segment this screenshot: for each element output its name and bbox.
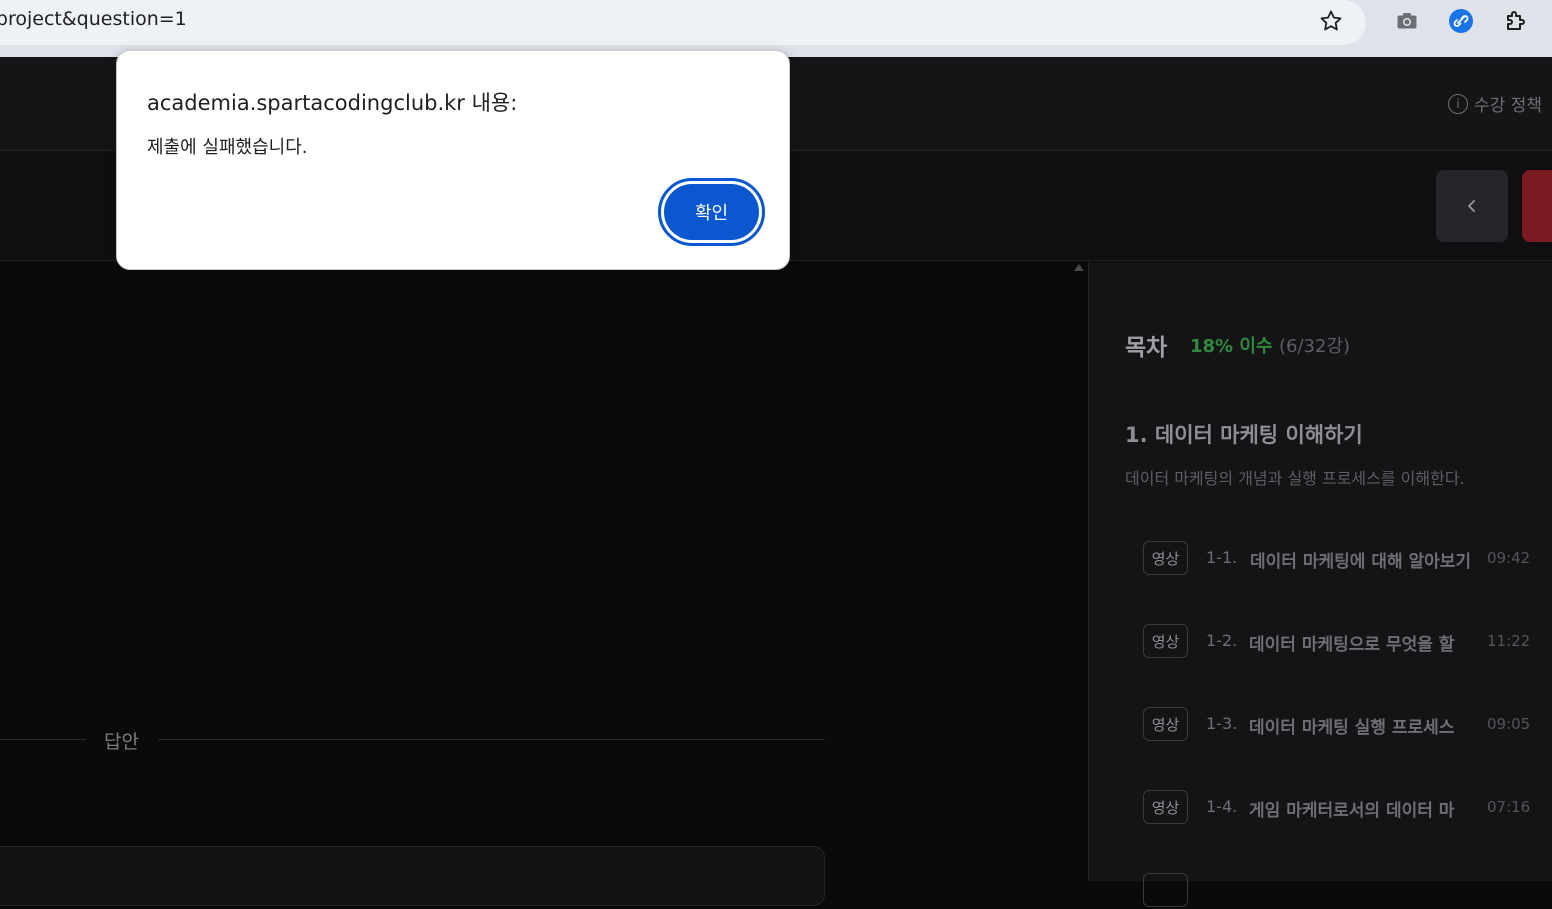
- scroll-up-arrow[interactable]: [1074, 264, 1084, 271]
- divider-right: [158, 739, 825, 740]
- alert-dialog: academia.spartacodingclub.kr 내용: 제출에 실패했…: [116, 50, 790, 270]
- lesson-item[interactable]: 영상 1-3. 데이터 마케팅 실행 프로세스 09:05: [1143, 707, 1543, 743]
- lesson-title: 게임 마케터로서의 데이터 마: [1249, 801, 1455, 821]
- lesson-title: 데이터 마케팅에 대해 알아보기: [1250, 552, 1472, 572]
- dialog-title: academia.spartacodingclub.kr 내용:: [147, 91, 518, 115]
- url-text[interactable]: =project&question=1: [0, 8, 187, 30]
- browser-toolbar: =project&question=1: [0, 0, 1552, 57]
- next-button[interactable]: [1522, 170, 1552, 242]
- lesson-number: 1-2.: [1206, 631, 1238, 650]
- video-badge: 영상: [1143, 707, 1188, 741]
- info-icon: i: [1448, 93, 1469, 114]
- lesson-duration: 09:42: [1487, 549, 1531, 567]
- toc-progress: 18% 이수: [1190, 336, 1273, 357]
- lesson-number: 1-4.: [1206, 797, 1238, 816]
- puzzle-extension-icon[interactable]: [1501, 6, 1531, 36]
- divider-left: [0, 739, 86, 740]
- toc-title: 목차: [1125, 335, 1168, 361]
- lesson-item[interactable]: 영상 1-1. 데이터 마케팅에 대해 알아보기 09:42: [1143, 541, 1543, 577]
- lesson-title: 데이터 마케팅으로 무엇을 할: [1249, 635, 1455, 655]
- lesson-item[interactable]: 영상 1-4. 게임 마케터로서의 데이터 마 07:16: [1143, 790, 1543, 826]
- lesson-title: 데이터 마케팅 실행 프로세스: [1249, 718, 1455, 738]
- policy-link[interactable]: i 수강 정책: [1448, 91, 1542, 116]
- video-badge: 영상: [1143, 790, 1188, 824]
- toc-sidebar: 목차 18% 이수 (6/32강) 1. 데이터 마케팅 이해하기 데이터 마케…: [1088, 262, 1552, 907]
- chevron-left-icon: [1468, 200, 1475, 212]
- dialog-message: 제출에 실패했습니다.: [147, 137, 308, 158]
- video-badge: [1143, 873, 1188, 907]
- lesson-duration: 07:16: [1487, 798, 1531, 816]
- camera-icon[interactable]: [1392, 6, 1422, 36]
- lesson-item[interactable]: [1143, 873, 1543, 909]
- lesson-duration: 11:22: [1487, 632, 1531, 650]
- answer-input[interactable]: [0, 846, 825, 906]
- lesson-item[interactable]: 영상 1-2. 데이터 마케팅으로 무엇을 할 11:22: [1143, 624, 1543, 660]
- policy-label: 수강 정책: [1474, 96, 1542, 116]
- section-description: 데이터 마케팅의 개념과 실행 프로세스를 이해한다.: [1125, 469, 1465, 488]
- star-icon[interactable]: [1316, 6, 1346, 36]
- section-title[interactable]: 1. 데이터 마케팅 이해하기: [1125, 419, 1363, 449]
- lesson-number: 1-1.: [1206, 548, 1238, 567]
- ok-button-label: 확인: [664, 184, 759, 240]
- main-content: [0, 262, 1088, 881]
- lesson-duration: 09:05: [1487, 715, 1531, 733]
- toc-count: (6/32강): [1279, 336, 1351, 357]
- link-extension-icon[interactable]: [1446, 6, 1476, 36]
- ok-button[interactable]: 확인: [658, 178, 765, 246]
- prev-button[interactable]: [1436, 170, 1508, 242]
- video-badge: 영상: [1143, 624, 1188, 658]
- lesson-number: 1-3.: [1206, 714, 1238, 733]
- video-badge: 영상: [1143, 541, 1188, 575]
- address-bar[interactable]: =project&question=1: [0, 0, 1366, 45]
- answer-label: 답안: [104, 731, 139, 753]
